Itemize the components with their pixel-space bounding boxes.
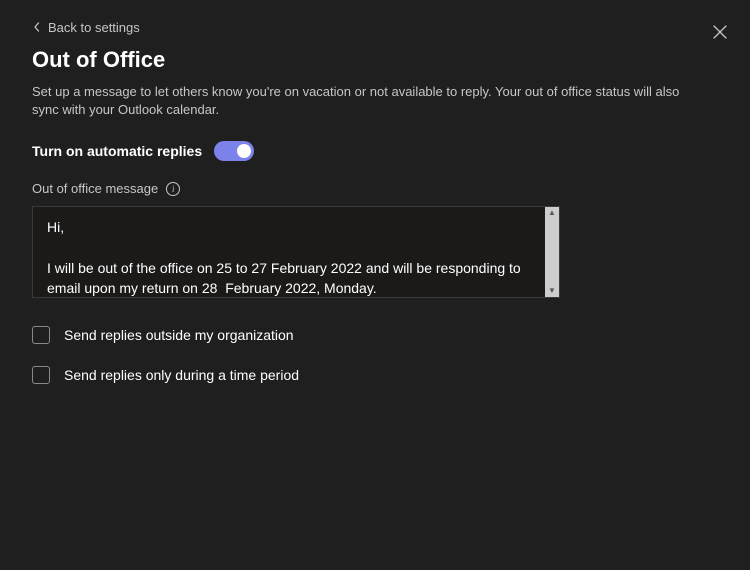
message-label: Out of office message — [32, 181, 158, 196]
chevron-left-icon — [32, 20, 42, 35]
info-icon[interactable]: i — [166, 182, 180, 196]
close-button[interactable] — [712, 24, 728, 40]
page-subtitle: Set up a message to let others know you'… — [32, 83, 692, 119]
out-of-office-message-textarea[interactable] — [32, 206, 560, 298]
auto-replies-toggle[interactable] — [214, 141, 254, 161]
toggle-label: Turn on automatic replies — [32, 143, 202, 159]
time-period-checkbox[interactable] — [32, 366, 50, 384]
page-title: Out of Office — [32, 47, 718, 73]
outside-org-label: Send replies outside my organization — [64, 327, 294, 343]
toggle-knob — [237, 144, 251, 158]
scroll-down-icon: ▼ — [548, 287, 556, 295]
textarea-scrollbar[interactable]: ▲ ▼ — [545, 207, 559, 297]
back-link-label: Back to settings — [48, 20, 140, 35]
back-to-settings-link[interactable]: Back to settings — [32, 20, 140, 35]
close-icon — [712, 27, 728, 44]
scroll-up-icon: ▲ — [548, 209, 556, 217]
time-period-label: Send replies only during a time period — [64, 367, 299, 383]
outside-org-checkbox[interactable] — [32, 326, 50, 344]
